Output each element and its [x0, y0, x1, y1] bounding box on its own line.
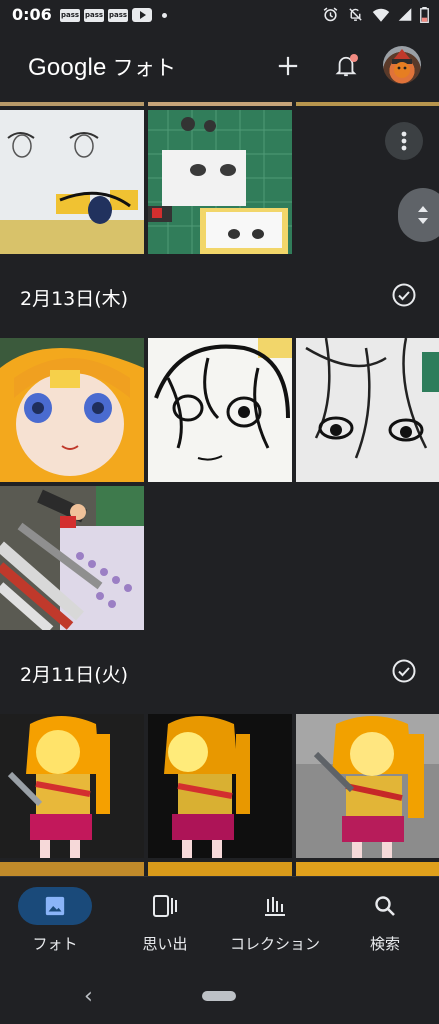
nav-label: 思い出 — [142, 935, 188, 953]
system-navigation-bar: ‹ — [0, 968, 439, 1024]
photo-thumbnail[interactable] — [296, 102, 439, 106]
memories-icon — [153, 895, 177, 917]
figure-full-body-light-image — [296, 714, 439, 858]
photo-thumbnail[interactable] — [0, 338, 144, 482]
nav-label: 検索 — [369, 935, 400, 953]
wifi-icon — [372, 8, 390, 22]
photo-grid: 2月13日(木) 2月11日(火) — [0, 102, 439, 876]
status-bar: 0:06 pass pass pass — [0, 0, 439, 30]
app-title: Google フォト — [28, 52, 176, 82]
nav-item-photos[interactable]: フォト — [0, 877, 110, 969]
photo-thumbnail[interactable] — [0, 714, 144, 858]
photo-thumbnail[interactable] — [148, 714, 292, 858]
plus-icon — [278, 56, 298, 76]
photo-thumbnail[interactable] — [0, 486, 144, 630]
photo-thumbnail[interactable] — [148, 102, 292, 106]
collections-icon — [265, 897, 285, 916]
signal-icon — [398, 8, 412, 21]
date-label: 2月11日(火) — [20, 664, 129, 686]
eye-sketches-on-mat-image — [148, 110, 292, 254]
system-icons — [322, 6, 429, 23]
photo-icon — [45, 896, 65, 916]
more-vert-icon — [401, 131, 407, 151]
app-bar: Google フォト — [0, 30, 439, 102]
photo-thumbnail[interactable] — [148, 110, 292, 254]
app-title-brand: Google — [28, 54, 107, 81]
figure-and-markers-image — [0, 486, 144, 630]
photo-thumbnail[interactable] — [0, 110, 144, 254]
notifications-button[interactable] — [328, 48, 364, 84]
google-photos-screen: 0:06 pass pass pass Google フォト 2月13日(木) … — [0, 0, 439, 1024]
photo-thumbnail[interactable] — [296, 714, 439, 858]
nav-item-collections[interactable]: コレクション — [220, 877, 330, 969]
back-chevron-icon[interactable]: ‹ — [84, 984, 93, 1009]
nav-label: コレクション — [229, 935, 320, 953]
ink-sketch-face-image — [148, 338, 292, 482]
photo-thumbnail[interactable] — [148, 338, 292, 482]
pass-app-icon: pass — [84, 8, 104, 22]
pass-app-icon: pass — [108, 8, 128, 22]
figure-full-body-image — [0, 714, 144, 858]
figure-full-body-dark-image — [148, 714, 292, 858]
fast-scroll-handle[interactable] — [398, 188, 439, 242]
select-all-check-icon[interactable] — [391, 658, 417, 684]
scroll-arrows-icon — [418, 206, 428, 224]
notification-dot — [350, 54, 358, 62]
date-label: 2月13日(木) — [20, 288, 129, 310]
avatar-character-image — [392, 49, 412, 78]
date-header: 2月11日(火) — [0, 642, 439, 702]
add-button[interactable] — [270, 48, 306, 84]
ink-sketch-face-closeup-image — [296, 338, 439, 482]
select-all-check-icon[interactable] — [391, 282, 417, 308]
photo-thumbnail[interactable] — [0, 862, 144, 876]
youtube-icon — [132, 8, 152, 22]
nav-item-search[interactable]: 検索 — [330, 877, 439, 969]
avatar[interactable] — [383, 46, 421, 84]
photo-thumbnail[interactable] — [296, 862, 439, 876]
more-notifications-dot-icon — [162, 12, 167, 18]
photo-thumbnail[interactable] — [148, 862, 292, 876]
app-title-suffix: フォト — [112, 57, 177, 80]
nav-label: フォト — [32, 935, 78, 953]
status-time: 0:06 — [12, 5, 52, 24]
alarm-icon — [323, 7, 338, 22]
home-pill[interactable] — [202, 991, 236, 1001]
photo-thumbnail[interactable] — [0, 102, 144, 106]
figure-head-orange-hair-image — [0, 338, 144, 482]
nav-active-indicator — [18, 887, 92, 925]
notification-icons: pass pass pass — [60, 8, 167, 22]
pass-app-icon: pass — [60, 8, 80, 22]
date-header: 2月13日(木) — [0, 266, 439, 326]
nav-item-memories[interactable]: 思い出 — [110, 877, 220, 969]
mute-icon — [349, 8, 362, 21]
search-icon — [375, 896, 395, 916]
more-options-button[interactable] — [385, 122, 423, 160]
eye-sketch-image — [0, 110, 144, 254]
bottom-navigation: フォト 思い出 コレクション 検索 — [0, 876, 439, 968]
photo-thumbnail[interactable] — [296, 338, 439, 482]
battery-icon — [420, 6, 429, 23]
